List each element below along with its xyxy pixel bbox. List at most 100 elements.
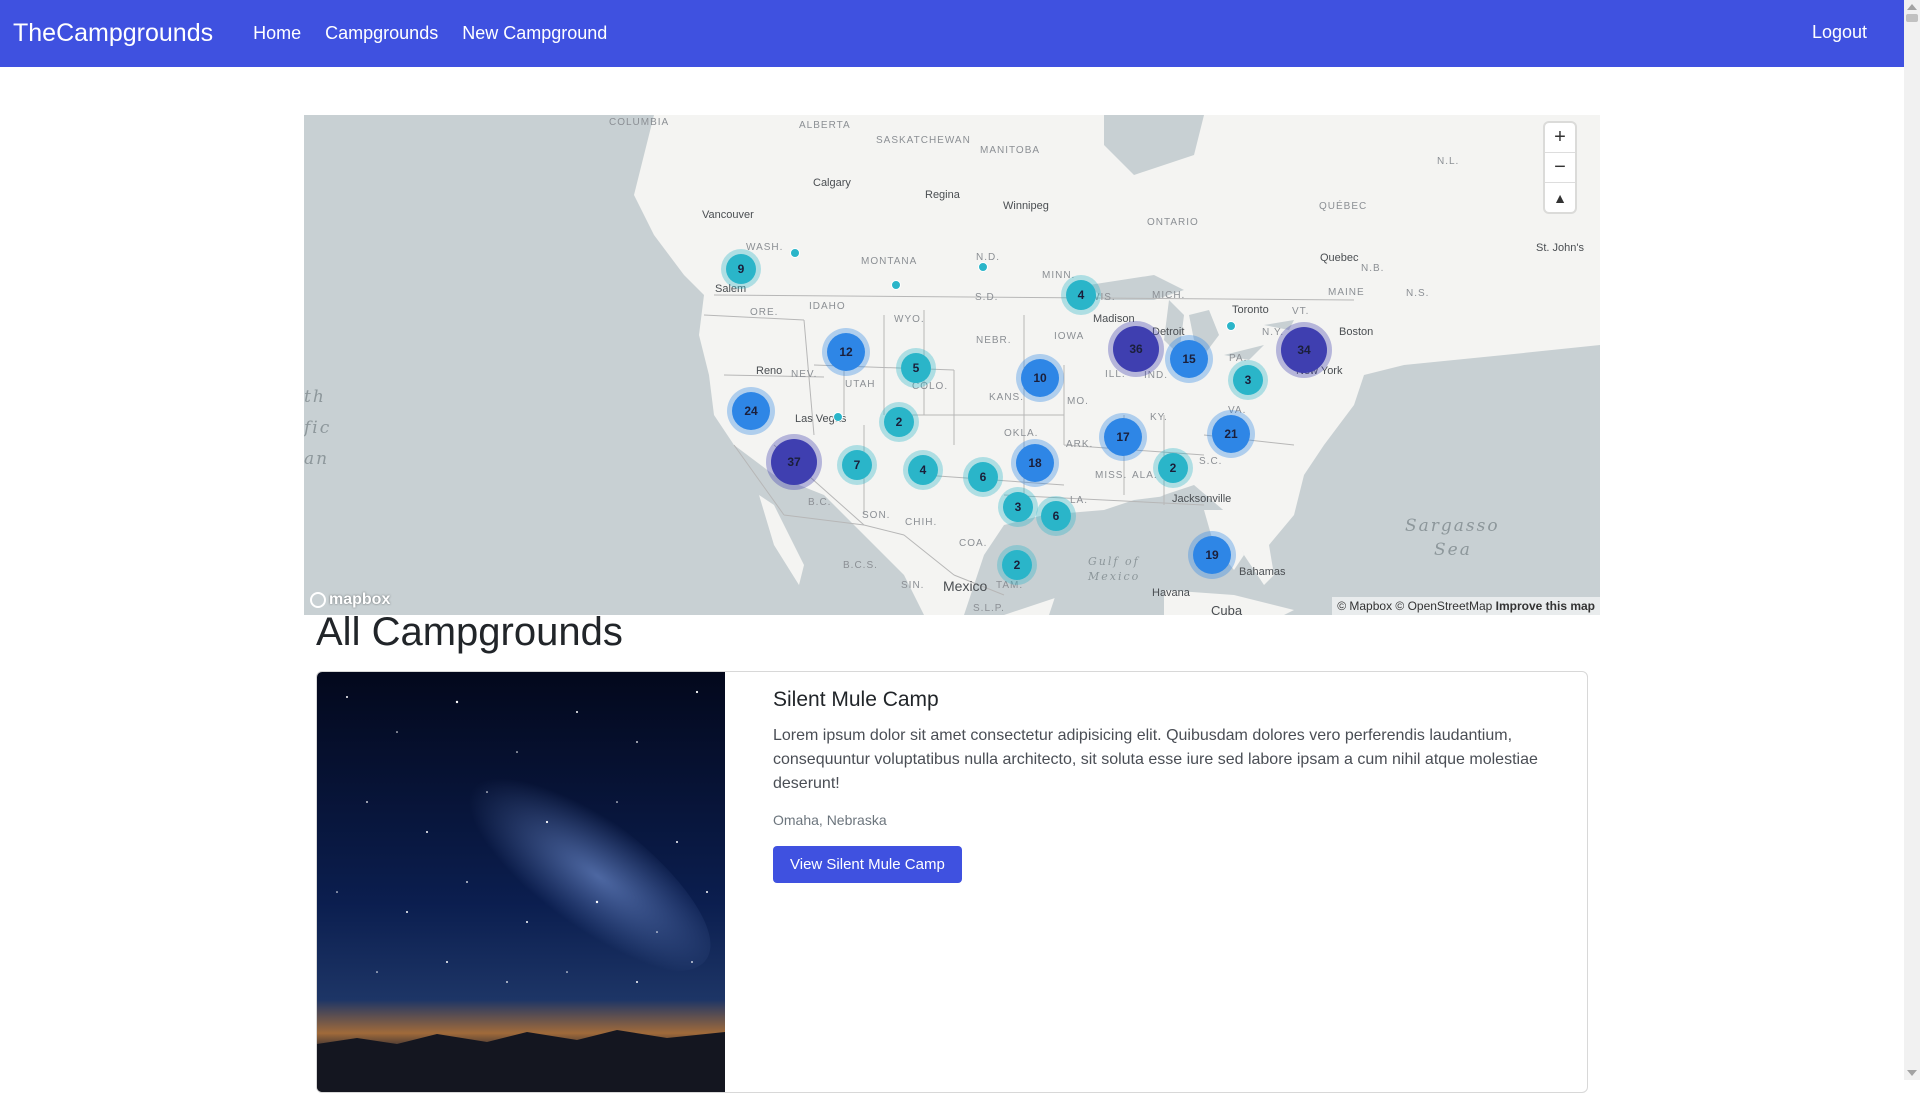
logout-link[interactable]: Logout bbox=[1812, 22, 1867, 43]
campground-card: Silent Mule Camp Lorem ipsum dolor sit a… bbox=[316, 671, 1588, 1093]
map-label-bcs: B.C.S. bbox=[843, 560, 878, 571]
map-label-sin: SIN. bbox=[901, 580, 925, 591]
map-cluster[interactable]: 15 bbox=[1170, 340, 1208, 378]
map-label-la: LA. bbox=[1070, 495, 1089, 506]
map-label-manitoba: MANITOBA bbox=[980, 145, 1041, 156]
cluster-map[interactable]: COLUMBIA ALBERTA SASKATCHEWAN MANITOBA O… bbox=[304, 115, 1600, 615]
nav-campgrounds-link[interactable]: Campgrounds bbox=[325, 23, 438, 44]
city-label-madison: Madison bbox=[1093, 313, 1135, 325]
map-cluster[interactable]: 17 bbox=[1104, 418, 1142, 456]
map-cluster[interactable]: 37 bbox=[771, 439, 817, 485]
ocean-label-gulf-mexico: Mexico bbox=[1088, 570, 1141, 583]
city-label-toronto: Toronto bbox=[1232, 304, 1269, 316]
map-cluster[interactable]: 6 bbox=[968, 462, 998, 492]
map-label-ns: N.S. bbox=[1406, 288, 1430, 299]
map-label-nebr: NEBR. bbox=[976, 335, 1012, 346]
map-label-vt: VT. bbox=[1292, 306, 1310, 317]
top-navbar: TheCampgrounds Home Campgrounds New Camp… bbox=[0, 0, 1904, 67]
map-navigation-controls: + − ▲ bbox=[1545, 123, 1575, 212]
map-label-chih: CHIH. bbox=[905, 517, 938, 528]
ocean-label-sea: Sea bbox=[1434, 540, 1472, 560]
map-cluster[interactable]: 3 bbox=[1233, 365, 1263, 395]
brand-link[interactable]: TheCampgrounds bbox=[13, 19, 213, 48]
map-label-ky: KY. bbox=[1150, 412, 1168, 423]
city-label-regina: Regina bbox=[925, 189, 960, 201]
map-label-miss: MISS. bbox=[1095, 470, 1128, 481]
scroll-down-arrow-icon[interactable] bbox=[1907, 1070, 1917, 1076]
map-cluster[interactable]: 2 bbox=[884, 407, 914, 437]
map-label-columbia: COLUMBIA bbox=[609, 117, 670, 128]
compass-reset-north-icon[interactable]: ▲ bbox=[1545, 183, 1575, 212]
map-cluster[interactable]: 18 bbox=[1016, 444, 1054, 482]
map-label-bc: B.C. bbox=[808, 497, 832, 508]
ocean-label-1: th bbox=[304, 387, 326, 407]
map-cluster[interactable]: 12 bbox=[827, 333, 865, 371]
map-label-ny: N.Y. bbox=[1262, 327, 1285, 338]
map-label-ill: ILL. bbox=[1105, 369, 1126, 380]
map-cluster[interactable]: 2 bbox=[1002, 550, 1032, 580]
map-cluster[interactable]: 9 bbox=[726, 254, 756, 284]
campground-title: Silent Mule Camp bbox=[773, 688, 939, 711]
map-label-mo: MO. bbox=[1067, 396, 1089, 407]
campground-point[interactable] bbox=[833, 412, 843, 422]
attribution-text[interactable]: © Mapbox © OpenStreetMap bbox=[1337, 599, 1492, 613]
map-label-wyo: WYO. bbox=[894, 314, 925, 325]
city-label-detroit: Detroit bbox=[1152, 326, 1185, 338]
map-label-ala: ALA. bbox=[1132, 470, 1158, 481]
mapbox-logo-text: mapbox bbox=[329, 591, 391, 608]
map-cluster[interactable]: 21 bbox=[1212, 415, 1250, 453]
map-cluster[interactable]: 24 bbox=[732, 392, 770, 430]
map-label-wash: WASH. bbox=[746, 242, 784, 253]
map-label-sc: S.C. bbox=[1199, 456, 1223, 467]
mapbox-logo-icon bbox=[310, 592, 326, 608]
scroll-up-arrow-icon[interactable] bbox=[1907, 4, 1917, 10]
city-label-st-johns: St. John's bbox=[1536, 242, 1584, 254]
map-cluster[interactable]: 2 bbox=[1158, 453, 1188, 483]
nav-home-link[interactable]: Home bbox=[253, 23, 301, 44]
zoom-in-button[interactable]: + bbox=[1545, 123, 1575, 153]
city-label-salem: Salem bbox=[715, 283, 747, 295]
map-cluster[interactable]: 10 bbox=[1021, 359, 1059, 397]
map-cluster[interactable]: 34 bbox=[1281, 327, 1327, 373]
map-label-pa: PA. bbox=[1229, 353, 1248, 364]
city-label-cuba: Cuba bbox=[1211, 603, 1243, 615]
campground-point[interactable] bbox=[978, 262, 988, 272]
map-label-nd: N.D. bbox=[976, 252, 1000, 263]
map-cluster[interactable]: 5 bbox=[901, 353, 931, 383]
page-scrollbar[interactable] bbox=[1904, 0, 1920, 1080]
ocean-label-sargasso: Sargasso bbox=[1405, 516, 1500, 536]
map-label-son: SON. bbox=[862, 510, 891, 521]
map-cluster[interactable]: 36 bbox=[1113, 326, 1159, 372]
map-cluster[interactable]: 6 bbox=[1041, 501, 1071, 531]
map-cluster[interactable]: 7 bbox=[842, 450, 872, 480]
campground-card-body: Silent Mule Camp Lorem ipsum dolor sit a… bbox=[773, 688, 1568, 883]
map-cluster[interactable]: 4 bbox=[1066, 280, 1096, 310]
ocean-label-gulf-of: Gulf of bbox=[1088, 555, 1140, 568]
campground-point[interactable] bbox=[790, 248, 800, 258]
view-campground-button[interactable]: View Silent Mule Camp bbox=[773, 846, 962, 883]
map-label-minn: MINN. bbox=[1042, 270, 1076, 281]
improve-map-link[interactable]: Improve this map bbox=[1496, 599, 1595, 613]
map-label-slp: S.L.P. bbox=[973, 603, 1005, 614]
map-label-ontario: ONTARIO bbox=[1147, 217, 1199, 228]
map-label-nl: N.L. bbox=[1437, 156, 1460, 167]
map-cluster[interactable]: 3 bbox=[1003, 492, 1033, 522]
map-label-maine: MAINE bbox=[1328, 287, 1365, 298]
map-label-idaho: IDAHO bbox=[809, 301, 846, 312]
scroll-thumb[interactable] bbox=[1906, 14, 1918, 22]
city-label-calgary: Calgary bbox=[813, 177, 851, 189]
map-cluster[interactable]: 4 bbox=[908, 455, 938, 485]
mapbox-logo[interactable]: mapbox bbox=[310, 591, 390, 609]
nav-new-campground-link[interactable]: New Campground bbox=[462, 23, 607, 44]
city-label-jacksonville: Jacksonville bbox=[1172, 493, 1232, 505]
campground-point[interactable] bbox=[1226, 321, 1236, 331]
city-label-boston: Boston bbox=[1339, 326, 1374, 338]
city-label-bahamas: Bahamas bbox=[1239, 566, 1286, 578]
campground-point[interactable] bbox=[891, 280, 901, 290]
map-cluster[interactable]: 19 bbox=[1193, 536, 1231, 574]
map-label-ore: ORE. bbox=[750, 307, 779, 318]
map-label-utah: UTAH bbox=[845, 379, 876, 390]
map-label-alberta: ALBERTA bbox=[799, 120, 851, 131]
zoom-out-button[interactable]: − bbox=[1545, 153, 1575, 183]
city-label-havana: Havana bbox=[1152, 587, 1190, 599]
